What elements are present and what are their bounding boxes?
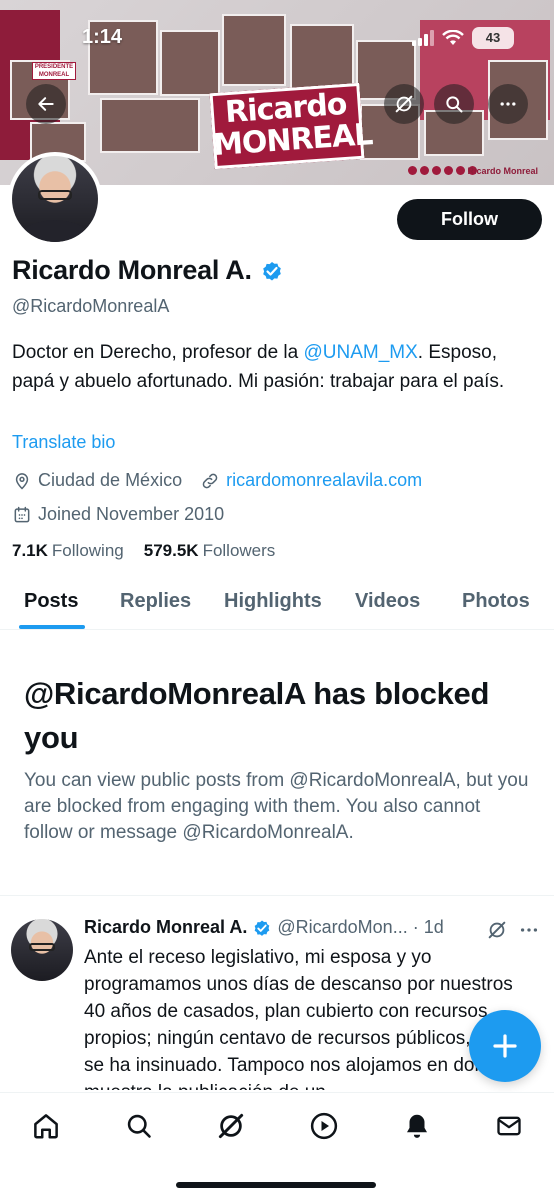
post-text[interactable]: Ante el receso legislativo, mi esposa y … — [84, 944, 536, 1090]
battery-indicator: 43 — [472, 27, 514, 49]
follow-button-label: Follow — [441, 209, 498, 229]
play-icon — [310, 1112, 338, 1140]
search-button[interactable] — [434, 84, 474, 124]
banner-photo — [100, 98, 200, 153]
home-indicator[interactable] — [176, 1182, 376, 1188]
tab-posts[interactable]: Posts — [24, 590, 78, 613]
nav-grok[interactable] — [216, 1111, 246, 1141]
post-author-handle: @RicardoMon... — [277, 917, 408, 937]
profile-screen: PRESIDENTE MONREAL Ricardo MONREAL Ricar… — [0, 0, 554, 1200]
grok-icon — [488, 921, 506, 939]
banner-brand-logo: Ricardo MONREAL — [209, 82, 374, 170]
follow-button[interactable]: Follow — [397, 199, 542, 240]
blocked-title: @RicardoMonrealA has blocked you — [24, 676, 490, 755]
more-icon — [500, 102, 516, 106]
followers-label: Followers — [202, 541, 276, 560]
bio-text: Doctor en Derecho, profesor de la — [12, 342, 304, 363]
tab-highlights[interactable]: Highlights — [224, 590, 322, 613]
back-button[interactable] — [26, 84, 66, 124]
nav-video[interactable] — [309, 1111, 339, 1141]
profile-tabs: Posts Replies Highlights Videos Photos — [0, 578, 554, 630]
profile-meta-row: Joined November 2010 — [12, 504, 242, 525]
more-options-button[interactable] — [488, 84, 528, 124]
nav-home[interactable] — [31, 1111, 61, 1141]
explore-icon — [127, 1114, 151, 1138]
joined-text: Joined November 2010 — [38, 504, 225, 524]
brand-line-2: MONREAL — [211, 117, 374, 164]
banner-sign: PRESIDENTE MONREAL — [32, 62, 76, 80]
search-icon — [446, 96, 463, 113]
post-time: · 1d — [412, 917, 444, 937]
banner-brand-handle: Ricardo Monreal — [467, 166, 538, 176]
location-icon — [15, 472, 29, 490]
compose-button[interactable] — [469, 1010, 541, 1082]
profile-bio: Doctor en Derecho, profesor de la @UNAM_… — [12, 338, 544, 396]
nav-explore[interactable] — [124, 1111, 154, 1141]
verified-badge-icon[interactable] — [260, 259, 284, 283]
following-count: 7.1K — [12, 541, 48, 560]
tab-replies[interactable]: Replies — [120, 590, 191, 613]
post-time-value: 1d — [423, 917, 444, 937]
status-icons: 43 — [412, 27, 514, 49]
messages-icon — [497, 1116, 521, 1136]
profile-avatar[interactable] — [8, 152, 102, 246]
translate-bio-link[interactable]: Translate bio — [12, 432, 115, 453]
tab-videos[interactable]: Videos — [355, 590, 420, 613]
grok-icon — [395, 95, 413, 113]
post-header: Ricardo Monreal A. @RicardoMon... · 1d — [84, 917, 444, 938]
banner-photo — [160, 30, 220, 96]
post-author-name[interactable]: Ricardo Monreal A. — [84, 917, 247, 938]
verified-badge-icon — [255, 920, 270, 936]
following-label: Following — [51, 541, 124, 560]
back-arrow-icon — [38, 97, 54, 111]
link-icon — [202, 473, 218, 488]
grok-button[interactable] — [384, 84, 424, 124]
profile-stats: 7.1K Following 579.5K Followers — [12, 541, 275, 561]
more-icon — [520, 928, 538, 932]
profile-name: Ricardo Monreal A. — [12, 255, 252, 285]
website-item[interactable]: ricardomonrealavila.com — [200, 470, 422, 491]
active-tab-indicator — [19, 625, 85, 629]
followers-count: 579.5K — [143, 541, 199, 560]
wifi-icon — [442, 30, 464, 45]
compose-plus-icon — [493, 1034, 517, 1058]
nav-messages[interactable] — [494, 1111, 524, 1141]
followers-stat[interactable]: 579.5K Followers — [144, 541, 276, 561]
signal-icon — [412, 30, 434, 46]
location-item: Ciudad de México — [12, 470, 182, 491]
grok-icon — [218, 1113, 244, 1139]
blocked-description: You can view public posts from @RicardoM… — [24, 770, 529, 843]
calendar-icon — [14, 506, 30, 522]
home-icon — [34, 1114, 58, 1139]
profile-handle: @RicardoMonrealA — [12, 296, 170, 316]
joined-item: Joined November 2010 — [12, 504, 224, 525]
avatar-image — [12, 156, 98, 242]
profile-meta-row: Ciudad de México ricardomonrealavila.com — [12, 470, 440, 491]
website-link[interactable]: ricardomonrealavila.com — [226, 470, 422, 491]
nav-notifications[interactable] — [402, 1111, 432, 1141]
divider — [0, 895, 554, 896]
profile-name-row: Ricardo Monreal A. — [12, 255, 284, 286]
status-time: 1:14 — [82, 26, 123, 48]
tab-photos[interactable]: Photos — [462, 590, 530, 613]
banner-sign-text: PRESIDENTE MONREAL — [34, 64, 74, 78]
post-body-clip: Ante el receso legislativo, mi esposa y … — [0, 940, 554, 1090]
location-text: Ciudad de México — [38, 470, 183, 490]
notifications-icon — [407, 1114, 427, 1138]
following-stat[interactable]: 7.1K Following — [12, 541, 124, 561]
banner-photo — [222, 14, 286, 86]
bio-mention-link[interactable]: @UNAM_MX — [304, 342, 418, 363]
